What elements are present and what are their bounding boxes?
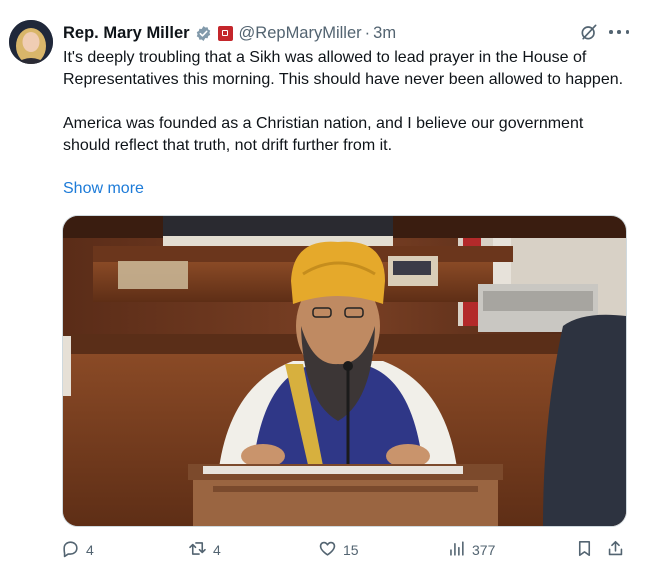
reply-button[interactable]: 4 (61, 533, 94, 567)
retweet-button[interactable]: 4 (188, 533, 221, 567)
tweet-text: It's deeply troubling that a Sikh was al… (63, 47, 631, 157)
author-name[interactable]: Rep. Mary Miller (63, 24, 190, 43)
tweet-actions: 4 4 15 377 (0, 533, 645, 567)
like-button[interactable]: 15 (318, 533, 359, 567)
separator-dot: · (364, 23, 371, 42)
views-icon (447, 539, 466, 561)
tweet-paragraph: America was founded as a Christian natio… (63, 115, 584, 154)
reply-count: 4 (86, 542, 94, 558)
avatar[interactable] (9, 20, 53, 64)
grok-icon[interactable] (579, 22, 599, 42)
views-button[interactable]: 377 (447, 533, 495, 567)
bookmark-icon (575, 539, 594, 561)
author-handle[interactable]: @RepMaryMiller (239, 24, 362, 43)
tweet-media-image[interactable] (62, 215, 627, 527)
share-icon (606, 539, 625, 561)
tweet: Rep. Mary Miller @RepMaryMiller · 3m It'… (0, 0, 645, 579)
more-icon[interactable] (609, 22, 629, 42)
retweet-count: 4 (213, 542, 221, 558)
like-count: 15 (343, 542, 359, 558)
reply-icon (61, 539, 80, 561)
show-more-link[interactable]: Show more (63, 180, 144, 198)
government-badge-icon (217, 25, 233, 41)
retweet-icon (188, 539, 207, 561)
tweet-header: Rep. Mary Miller @RepMaryMiller · 3m (63, 22, 631, 44)
share-button[interactable] (606, 533, 625, 567)
tweet-paragraph: It's deeply troubling that a Sikh was al… (63, 49, 624, 88)
verified-badge-icon (195, 25, 212, 42)
heart-icon (318, 539, 337, 561)
bookmark-button[interactable] (575, 533, 594, 567)
timestamp[interactable]: 3m (373, 24, 396, 43)
views-count: 377 (472, 542, 496, 558)
